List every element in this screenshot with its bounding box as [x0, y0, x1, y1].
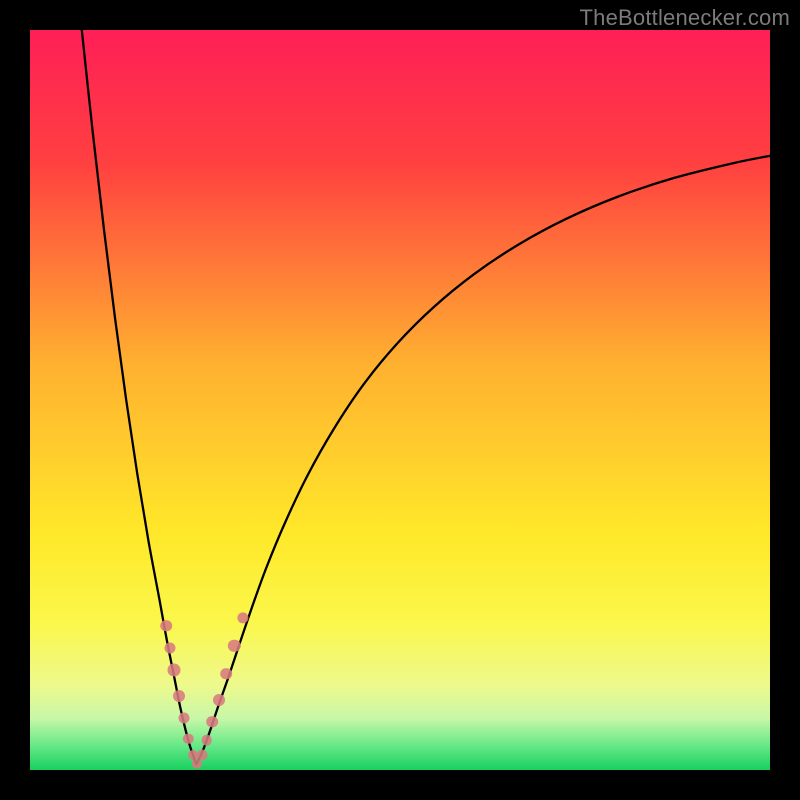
- watermark-text: TheBottlenecker.com: [580, 5, 790, 31]
- data-marker: [160, 620, 172, 632]
- plot-area: [30, 30, 770, 770]
- data-marker: [202, 735, 213, 746]
- data-marker: [173, 690, 185, 702]
- data-marker: [213, 694, 225, 706]
- data-marker: [168, 664, 181, 677]
- background-gradient: [30, 30, 770, 770]
- data-marker: [206, 716, 218, 728]
- data-marker: [178, 713, 189, 724]
- data-marker: [164, 642, 175, 653]
- data-marker: [196, 750, 207, 761]
- chart-frame: TheBottlenecker.com: [0, 0, 800, 800]
- data-marker: [220, 668, 232, 680]
